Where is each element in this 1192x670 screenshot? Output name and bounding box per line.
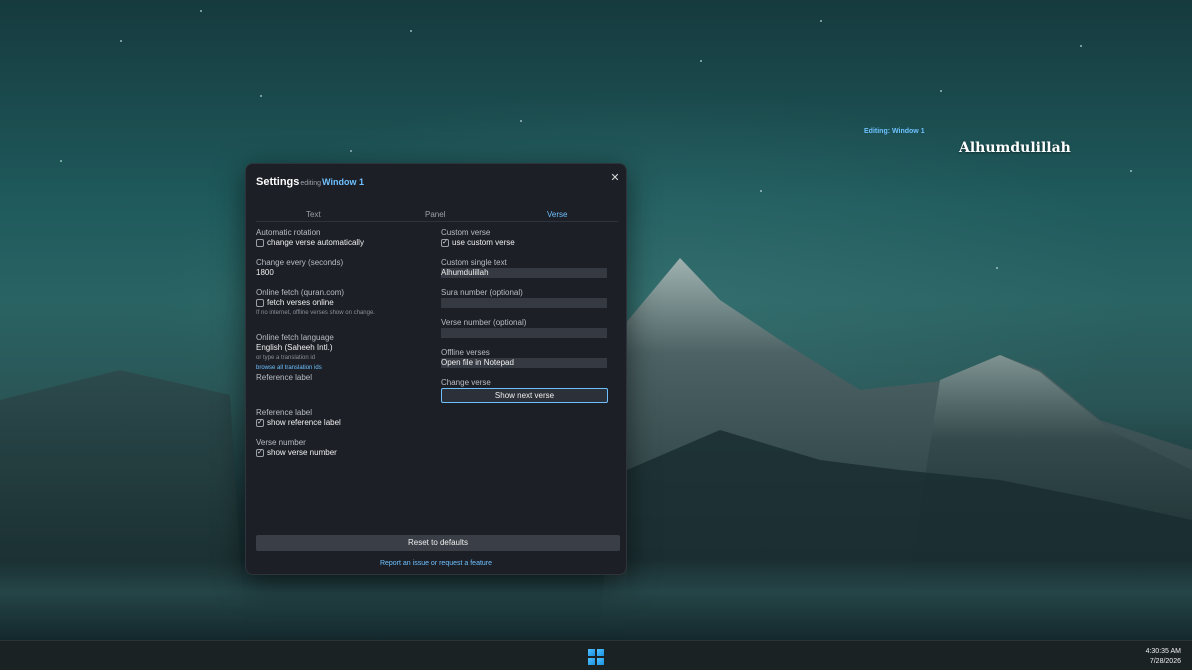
verse-number-group: Verse number ✓ show verse number xyxy=(256,438,337,458)
automatic-rotation-label: Automatic rotation xyxy=(256,228,321,237)
custom-text-label: Custom single text xyxy=(441,258,507,267)
translation-id-hint: or type a translation id xyxy=(256,355,316,361)
online-fetch-hint: If no internet, offline verses show on c… xyxy=(256,310,375,316)
checkbox-box[interactable] xyxy=(256,299,264,307)
reset-defaults-button[interactable]: Reset to defaults xyxy=(256,535,620,551)
verse-number-input[interactable] xyxy=(441,328,607,338)
automatic-rotation-group: Automatic rotation change verse automati… xyxy=(256,228,364,248)
change-verse-group: Change verse Show next verse xyxy=(441,378,608,403)
sura-number-group: Sura number (optional) xyxy=(441,288,607,308)
change-every-input[interactable]: 1800 xyxy=(256,268,343,278)
settings-title: Settings xyxy=(256,176,300,188)
offline-verses-label: Offline verses xyxy=(441,348,490,357)
verse-number-opt-label: Verse number (optional) xyxy=(441,318,527,327)
verse-number-title: Verse number xyxy=(256,438,306,447)
reference-label-title: Reference label xyxy=(256,408,313,417)
check-icon[interactable]: ✓ xyxy=(256,449,264,457)
sura-number-input[interactable] xyxy=(441,298,607,308)
check-icon[interactable]: ✓ xyxy=(256,419,264,427)
change-every-group: Change every (seconds) 1800 xyxy=(256,258,343,278)
checkbox-box[interactable] xyxy=(256,239,264,247)
checkbox-label: change verse automatically xyxy=(267,238,364,247)
checkbox-label: fetch verses online xyxy=(267,298,334,307)
tab-panel[interactable]: Panel xyxy=(425,210,445,219)
sura-number-label: Sura number (optional) xyxy=(441,288,523,297)
windows-logo-icon[interactable] xyxy=(588,649,604,665)
fetch-online-checkbox[interactable]: fetch verses online xyxy=(256,298,375,308)
online-fetch-label: Online fetch (quran.com) xyxy=(256,288,345,297)
clock-date: 7/28/2026 xyxy=(1149,658,1181,665)
clock-time: 4:30:35 AM xyxy=(1145,648,1181,655)
change-verse-label: Change verse xyxy=(441,378,491,387)
fetch-language-group: Online fetch language English (Saheeh In… xyxy=(256,333,334,383)
custom-verse-group: Custom verse ✓ use custom verse xyxy=(441,228,515,248)
checkbox-label: show verse number xyxy=(267,448,337,457)
settings-header: Settings editing Window 1 xyxy=(256,176,364,188)
checkbox-label: use custom verse xyxy=(452,238,515,247)
taskbar: 4:30:35 AM 7/28/2026 xyxy=(0,640,1192,670)
change-automatically-checkbox[interactable]: change verse automatically xyxy=(256,238,364,248)
use-custom-verse-checkbox[interactable]: ✓ use custom verse xyxy=(441,238,515,248)
overlay-verse-text[interactable]: Alhumdulillah xyxy=(959,140,1071,156)
report-issue-link[interactable]: Report an issue or request a feature xyxy=(246,560,626,567)
show-next-verse-button[interactable]: Show next verse xyxy=(441,388,608,403)
show-verse-number-checkbox[interactable]: ✓ show verse number xyxy=(256,448,337,458)
custom-text-group: Custom single text Alhumdulillah xyxy=(441,258,607,278)
verse-number-opt-group: Verse number (optional) xyxy=(441,318,607,338)
system-clock[interactable]: 4:30:35 AM 7/28/2026 xyxy=(1146,647,1181,667)
reference-label-group: Reference label ✓ show reference label xyxy=(256,408,341,428)
tab-bar: Text Panel Verse xyxy=(256,210,618,222)
tab-verse[interactable]: Verse xyxy=(547,210,567,219)
tab-text[interactable]: Text xyxy=(306,210,321,219)
settings-dialog: Settings editing Window 1 ✕ Text Panel V… xyxy=(245,163,627,575)
browse-translations-link[interactable]: browse all translation ids xyxy=(256,363,334,373)
check-icon[interactable]: ✓ xyxy=(441,239,449,247)
editing-label: editing xyxy=(300,180,322,187)
overlay-editing-label: Editing: Window 1 xyxy=(864,128,925,135)
fetch-language-input[interactable]: English (Saheeh Intl.) xyxy=(256,343,334,353)
open-notepad-button[interactable]: Open file in Notepad xyxy=(441,358,607,368)
custom-verse-label: Custom verse xyxy=(441,228,491,237)
online-fetch-group: Online fetch (quran.com) fetch verses on… xyxy=(256,288,375,318)
offline-verses-group: Offline verses Open file in Notepad xyxy=(441,348,607,368)
window-name: Window 1 xyxy=(322,177,364,187)
fetch-language-label: Online fetch language xyxy=(256,333,334,342)
reference-label-caption: Reference label xyxy=(256,373,313,382)
close-icon[interactable]: ✕ xyxy=(608,171,622,185)
show-reference-checkbox[interactable]: ✓ show reference label xyxy=(256,418,341,428)
checkbox-label: show reference label xyxy=(267,418,341,427)
change-every-label: Change every (seconds) xyxy=(256,258,344,267)
custom-text-input[interactable]: Alhumdulillah xyxy=(441,268,607,278)
